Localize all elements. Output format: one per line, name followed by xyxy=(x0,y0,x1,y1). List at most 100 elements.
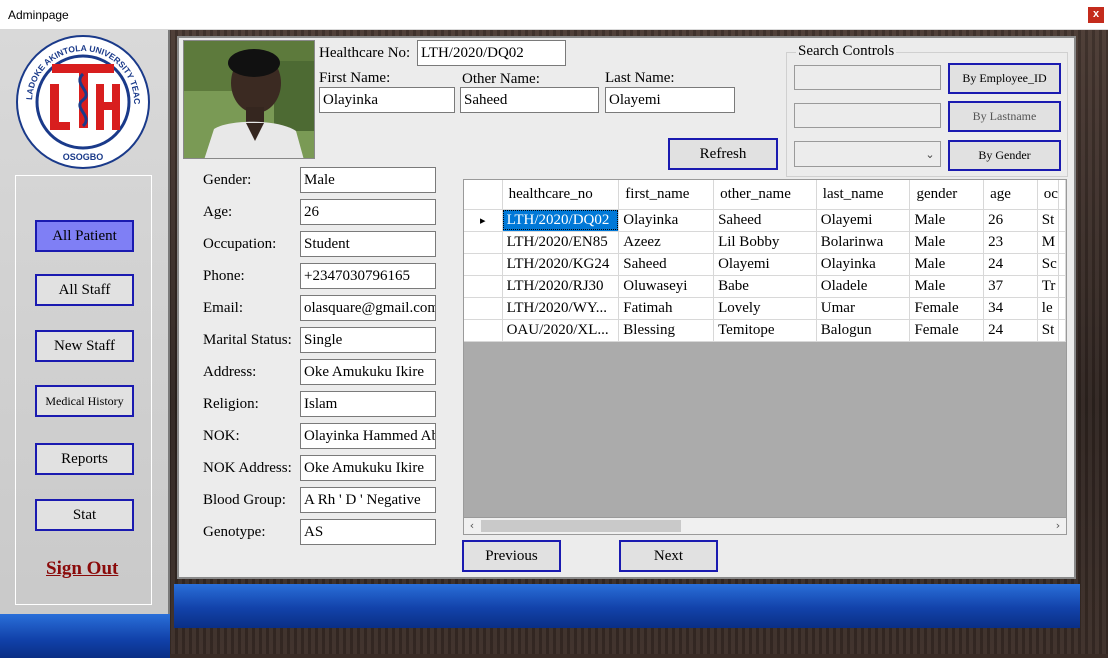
grid-cell[interactable]: Fatimah xyxy=(618,297,715,320)
grid-cell[interactable]: OAU/2020/XL... xyxy=(502,319,620,342)
grid-column-header[interactable]: other_name xyxy=(713,180,817,210)
grid-cell[interactable]: Male xyxy=(909,275,985,298)
row-header[interactable] xyxy=(464,275,503,298)
lastname-search-input[interactable] xyxy=(794,103,941,128)
grid-column-header[interactable]: last_name xyxy=(816,180,911,210)
grid-corner-header[interactable] xyxy=(464,180,503,210)
close-icon[interactable]: x xyxy=(1088,7,1104,23)
grid-cell[interactable]: St xyxy=(1037,209,1060,232)
grid-column-header[interactable]: first_name xyxy=(618,180,715,210)
grid-cell[interactable]: le xyxy=(1037,297,1060,320)
grid-cell[interactable]: Saheed xyxy=(713,209,817,232)
grid-cell[interactable]: LTH/2020/KG24 xyxy=(502,253,620,276)
by-lastname-button[interactable]: By Lastname xyxy=(948,101,1061,132)
other-name-field[interactable]: Saheed xyxy=(460,87,599,113)
nav-all-patient-button[interactable]: All Patient xyxy=(35,220,134,252)
grid-cell[interactable]: St xyxy=(1037,319,1060,342)
nav-new-staff-button[interactable]: New Staff xyxy=(35,330,134,362)
previous-button[interactable]: Previous xyxy=(462,540,561,572)
grid-cell[interactable]: Olayinka xyxy=(618,209,715,232)
scroll-left-icon[interactable]: ‹ xyxy=(464,518,480,534)
grid-cell[interactable]: 23 xyxy=(983,231,1038,254)
row-header[interactable] xyxy=(464,231,503,254)
grid-cell[interactable]: 24 xyxy=(983,253,1038,276)
grid-cell[interactable]: LTH/2020/EN85 xyxy=(502,231,620,254)
current-row-marker-icon[interactable]: ▸ xyxy=(464,209,503,232)
detail-field[interactable]: A Rh ' D ' Negative xyxy=(300,487,436,513)
grid-cell[interactable]: 37 xyxy=(983,275,1038,298)
grid-cell[interactable]: Sc xyxy=(1037,253,1060,276)
gender-search-select[interactable]: ⌄ xyxy=(794,141,941,167)
grid-column-header[interactable]: age xyxy=(983,180,1038,210)
grid-cell[interactable]: Lil Bobby xyxy=(713,231,817,254)
table-row[interactable]: LTH/2020/RJ30 Oluwaseyi Babe Oladele Male 37 T… xyxy=(464,275,1066,298)
detail-field[interactable]: Male xyxy=(300,167,436,193)
table-row[interactable]: LTH/2020/KG24 Saheed Olayemi Olayinka Male 24… xyxy=(464,253,1066,276)
grid-column-header[interactable]: oc xyxy=(1037,180,1060,210)
grid-cell[interactable]: M xyxy=(1037,231,1060,254)
grid-cell[interactable]: Oluwaseyi xyxy=(618,275,715,298)
last-name-field[interactable]: Olayemi xyxy=(605,87,735,113)
grid-cell[interactable]: Female xyxy=(909,319,985,342)
grid-cell[interactable]: Azeez xyxy=(618,231,715,254)
detail-field[interactable]: Oke Amukuku Ikire xyxy=(300,455,436,481)
grid-cell[interactable]: 34 xyxy=(983,297,1038,320)
nav-reports-button[interactable]: Reports xyxy=(35,443,134,475)
grid-cell[interactable]: Babe xyxy=(713,275,817,298)
grid-cell[interactable]: Saheed xyxy=(618,253,715,276)
grid-cell[interactable]: Male xyxy=(909,231,985,254)
grid-cell[interactable]: Bolarinwa xyxy=(816,231,911,254)
detail-field[interactable]: Olayinka Hammed Ab xyxy=(300,423,436,449)
grid-cell[interactable]: LTH/2020/RJ30 xyxy=(502,275,620,298)
detail-field[interactable]: 26 xyxy=(300,199,436,225)
row-header[interactable] xyxy=(464,253,503,276)
grid-cell[interactable]: Lovely xyxy=(713,297,817,320)
nav-stat-button[interactable]: Stat xyxy=(35,499,134,531)
grid-cell[interactable]: Male xyxy=(909,253,985,276)
row-header[interactable] xyxy=(464,319,503,342)
grid-cell[interactable]: Male xyxy=(909,209,985,232)
detail-field[interactable]: +2347030796165 xyxy=(300,263,436,289)
detail-field[interactable]: Oke Amukuku Ikire xyxy=(300,359,436,385)
next-button[interactable]: Next xyxy=(619,540,718,572)
grid-cell[interactable]: Balogun xyxy=(816,319,911,342)
nav-medical-history-button[interactable]: Medical History xyxy=(35,385,134,417)
grid-cell[interactable]: Tr xyxy=(1037,275,1060,298)
employee-id-search-input[interactable] xyxy=(794,65,941,90)
grid-cell[interactable]: Blessing xyxy=(618,319,715,342)
detail-field[interactable]: Student xyxy=(300,231,436,257)
grid-cell[interactable]: LTH/2020/DQ02 xyxy=(502,209,620,232)
grid-horizontal-scrollbar[interactable]: ‹ › xyxy=(463,517,1067,535)
patients-grid[interactable]: healthcare_no first_name other_name last_na… xyxy=(463,179,1067,535)
row-header[interactable] xyxy=(464,297,503,320)
grid-cell[interactable]: Temitope xyxy=(713,319,817,342)
detail-field[interactable]: AS xyxy=(300,519,436,545)
table-row[interactable]: LTH/2020/EN85 Azeez Lil Bobby Bolarinwa Male… xyxy=(464,231,1066,254)
detail-field[interactable]: Islam xyxy=(300,391,436,417)
grid-cell[interactable]: Olayemi xyxy=(713,253,817,276)
detail-field[interactable]: Single xyxy=(300,327,436,353)
first-name-field[interactable]: Olayinka xyxy=(319,87,455,113)
grid-cell[interactable]: 26 xyxy=(983,209,1038,232)
grid-column-header[interactable]: healthcare_no xyxy=(502,180,620,210)
grid-column-header[interactable]: gender xyxy=(909,180,985,210)
table-row[interactable]: ▸ LTH/2020/DQ02 Olayinka Saheed Olayemi Male 2… xyxy=(464,209,1066,232)
grid-cell[interactable]: Female xyxy=(909,297,985,320)
nav-all-staff-button[interactable]: All Staff xyxy=(35,274,134,306)
scrollbar-thumb[interactable] xyxy=(481,520,681,532)
healthcare-no-field[interactable]: LTH/2020/DQ02 xyxy=(417,40,566,66)
grid-cell[interactable]: Olayemi xyxy=(816,209,911,232)
table-row[interactable]: OAU/2020/XL... Blessing Temitope Balogun Fem… xyxy=(464,319,1066,342)
table-row[interactable]: LTH/2020/WY... Fatimah Lovely Umar Female 34 l… xyxy=(464,297,1066,320)
scroll-right-icon[interactable]: › xyxy=(1050,518,1066,534)
refresh-button[interactable]: Refresh xyxy=(668,138,778,170)
by-gender-button[interactable]: By Gender xyxy=(948,140,1061,171)
grid-cell[interactable]: Umar xyxy=(816,297,911,320)
detail-field[interactable]: olasquare@gmail.com xyxy=(300,295,436,321)
by-employee-id-button[interactable]: By Employee_ID xyxy=(948,63,1061,94)
grid-cell[interactable]: 24 xyxy=(983,319,1038,342)
grid-cell[interactable]: Olayinka xyxy=(816,253,911,276)
grid-cell[interactable]: Oladele xyxy=(816,275,911,298)
grid-cell[interactable]: LTH/2020/WY... xyxy=(502,297,620,320)
sign-out-link[interactable]: Sign Out xyxy=(46,558,118,580)
